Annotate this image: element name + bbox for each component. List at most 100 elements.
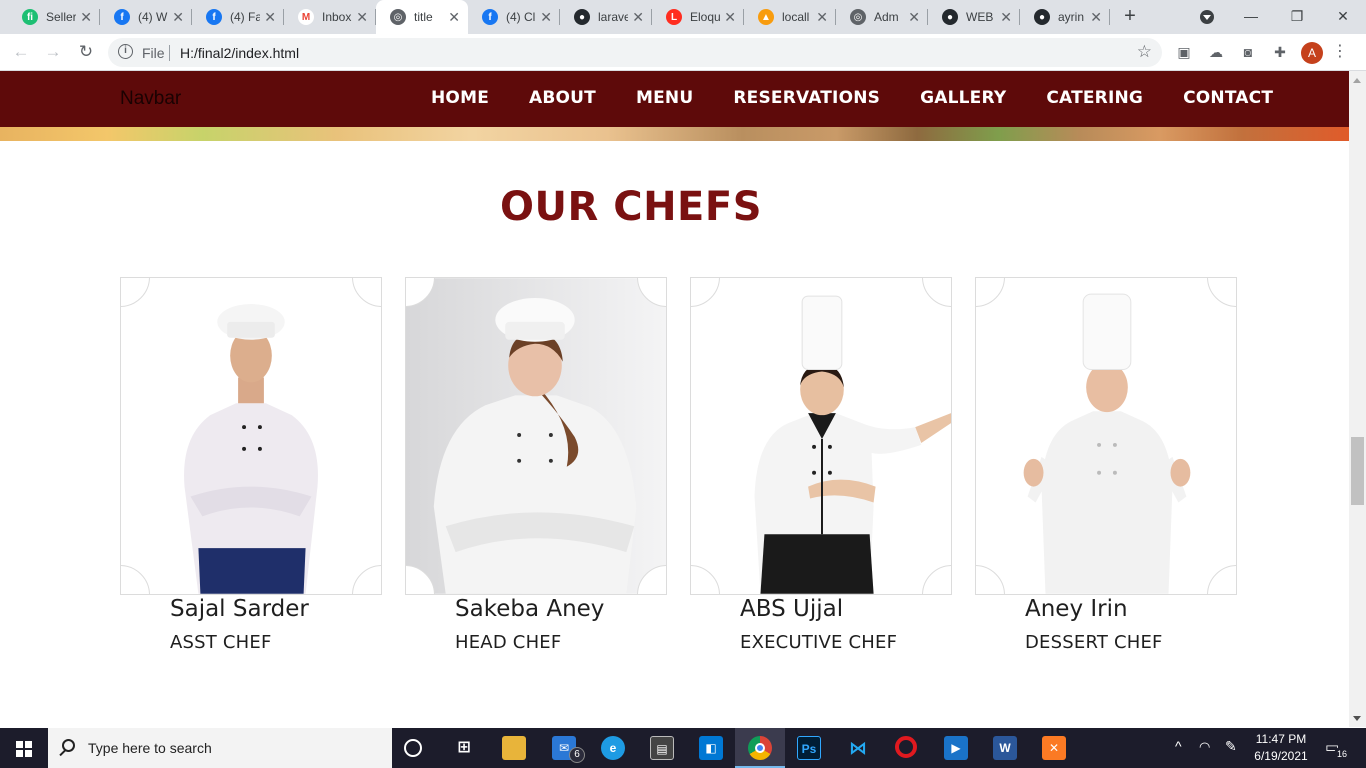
back-arrow-icon[interactable]: ← xyxy=(10,41,32,63)
bookmark-star-icon[interactable]: ☆ xyxy=(1137,42,1152,62)
scroll-thumb[interactable] xyxy=(1351,437,1364,505)
start-button[interactable] xyxy=(0,728,48,768)
taskbar-search-box[interactable]: Type here to search xyxy=(48,728,392,768)
browser-tab-strip: fi Seller ✕ f (4) W ✕ f (4) Fa ✕ M Inbox… xyxy=(0,0,1366,34)
info-icon[interactable]: i xyxy=(118,44,133,59)
edge-icon[interactable]: e xyxy=(601,736,625,760)
browser-tab-active[interactable]: ◎ title ✕ xyxy=(376,0,468,34)
nav-catering[interactable]: CATERING xyxy=(1046,88,1143,108)
new-tab-button[interactable]: + xyxy=(1119,6,1141,28)
chef-card xyxy=(690,277,952,595)
gmail-icon: M xyxy=(298,9,314,25)
close-tab-icon[interactable]: ✕ xyxy=(264,9,276,25)
close-tab-icon[interactable]: ✕ xyxy=(172,9,184,25)
pdf-extension-icon[interactable]: ▣ xyxy=(1174,42,1194,62)
browser-tab[interactable]: f (4) W ✕ xyxy=(100,0,192,34)
browser-tab[interactable]: ● WEB ✕ xyxy=(928,0,1020,34)
app-icon[interactable]: ◧ xyxy=(699,736,723,760)
task-view-icon[interactable]: ⊞ xyxy=(452,736,476,760)
store-icon[interactable]: ▤ xyxy=(650,736,674,760)
mail-badge: 6 xyxy=(569,747,585,763)
close-tab-icon[interactable]: ✕ xyxy=(448,9,460,25)
github-icon: ● xyxy=(942,9,958,25)
browser-toolbar: ← → ↻ i File H:/final2/index.html ☆ ▣ ☁ … xyxy=(0,34,1366,71)
browser-tab[interactable]: ● ayrin ✕ xyxy=(1020,0,1110,34)
nav-reservations[interactable]: RESERVATIONS xyxy=(733,88,880,108)
nav-links: HOME ABOUT MENU RESERVATIONS GALLERY CAT… xyxy=(431,88,1313,108)
browser-tab[interactable]: ▲ locall ✕ xyxy=(744,0,836,34)
close-tab-icon[interactable]: ✕ xyxy=(632,9,644,25)
word-icon[interactable]: W xyxy=(993,736,1017,760)
facebook-icon: f xyxy=(114,9,130,25)
scroll-down-arrow-icon[interactable] xyxy=(1353,716,1361,725)
tab-search-icon[interactable] xyxy=(1200,10,1214,24)
close-tab-icon[interactable]: ✕ xyxy=(1090,9,1102,25)
chef-role: ASST CHEF xyxy=(170,632,272,653)
facebook-icon: f xyxy=(482,9,498,25)
reload-icon[interactable]: ↻ xyxy=(75,41,97,63)
restore-button[interactable]: ❐ xyxy=(1274,0,1320,34)
vscode-icon[interactable]: ⋈ xyxy=(846,736,870,760)
xampp-icon[interactable]: ✕ xyxy=(1042,736,1066,760)
menu-kebab-icon[interactable]: ⋮ xyxy=(1330,42,1350,62)
nav-about[interactable]: ABOUT xyxy=(529,88,596,108)
chef-role: EXECUTIVE CHEF xyxy=(740,632,898,653)
profile-avatar[interactable]: A xyxy=(1301,42,1323,64)
extensions-puzzle-icon[interactable]: ✚ xyxy=(1270,42,1290,62)
cortana-icon[interactable] xyxy=(404,739,422,757)
camera-icon[interactable]: ◙ xyxy=(1238,42,1258,62)
wifi-icon[interactable]: ◠ xyxy=(1199,739,1210,755)
close-tab-icon[interactable]: ✕ xyxy=(80,9,92,25)
notification-badge: 16 xyxy=(1334,747,1350,761)
nav-home[interactable]: HOME xyxy=(431,88,489,108)
address-bar[interactable]: i File H:/final2/index.html ☆ xyxy=(108,38,1162,67)
browser-tab[interactable]: ● larave ✕ xyxy=(560,0,652,34)
github-icon: ● xyxy=(574,9,590,25)
close-tab-icon[interactable]: ✕ xyxy=(540,9,552,25)
forward-arrow-icon[interactable]: → xyxy=(42,41,64,63)
browser-tab[interactable]: fi Seller ✕ xyxy=(8,0,100,34)
file-explorer-icon[interactable] xyxy=(502,736,526,760)
chef-photo xyxy=(121,278,381,594)
clock-time: 11:47 PM xyxy=(1255,732,1307,746)
section-title: OUR CHEFS xyxy=(500,184,762,230)
browser-tab[interactable]: f (4) Cl ✕ xyxy=(468,0,560,34)
search-icon xyxy=(62,739,75,752)
chef-card xyxy=(120,277,382,595)
github-icon: ● xyxy=(1034,9,1050,25)
scheme-label: File xyxy=(142,45,165,61)
hero-image-strip xyxy=(0,127,1349,141)
browser-tab[interactable]: ◎ Adm ✕ xyxy=(836,0,928,34)
cloud-extension-icon[interactable]: ☁ xyxy=(1206,42,1226,62)
taskbar-clock[interactable]: 11:47 PM 6/19/2021 xyxy=(1249,731,1313,765)
chef-name: Sajal Sarder xyxy=(170,596,309,622)
nav-gallery[interactable]: GALLERY xyxy=(920,88,1006,108)
navbar-brand[interactable]: Navbar xyxy=(120,88,181,110)
opera-icon[interactable] xyxy=(895,736,917,758)
url-text[interactable]: H:/final2/index.html xyxy=(180,45,299,61)
close-tab-icon[interactable]: ✕ xyxy=(724,9,736,25)
windows-logo-icon xyxy=(16,741,32,757)
browser-tab[interactable]: f (4) Fa ✕ xyxy=(192,0,284,34)
phpmyadmin-icon: ▲ xyxy=(758,9,774,25)
minimize-button[interactable]: — xyxy=(1228,0,1274,34)
close-tab-icon[interactable]: ✕ xyxy=(356,9,368,25)
globe-icon: ◎ xyxy=(850,9,866,25)
chef-photo xyxy=(691,278,951,594)
tray-chevron-icon[interactable]: ^ xyxy=(1175,738,1182,754)
chrome-taskbar-button[interactable] xyxy=(735,728,785,768)
close-tab-icon[interactable]: ✕ xyxy=(1000,9,1012,25)
nav-menu[interactable]: MENU xyxy=(636,88,693,108)
browser-tab[interactable]: M Inbox ✕ xyxy=(284,0,376,34)
globe-icon: ◎ xyxy=(390,9,406,25)
scroll-up-arrow-icon[interactable] xyxy=(1353,74,1361,83)
page-scrollbar[interactable] xyxy=(1349,71,1366,727)
media-player-icon[interactable]: ▶ xyxy=(944,736,968,760)
nav-contact[interactable]: CONTACT xyxy=(1183,88,1273,108)
browser-tab[interactable]: L Eloqu ✕ xyxy=(652,0,744,34)
close-tab-icon[interactable]: ✕ xyxy=(908,9,920,25)
pen-icon[interactable]: ✎ xyxy=(1225,738,1237,755)
photoshop-icon[interactable]: Ps xyxy=(797,736,821,760)
close-tab-icon[interactable]: ✕ xyxy=(816,9,828,25)
close-window-button[interactable]: ✕ xyxy=(1320,0,1366,34)
